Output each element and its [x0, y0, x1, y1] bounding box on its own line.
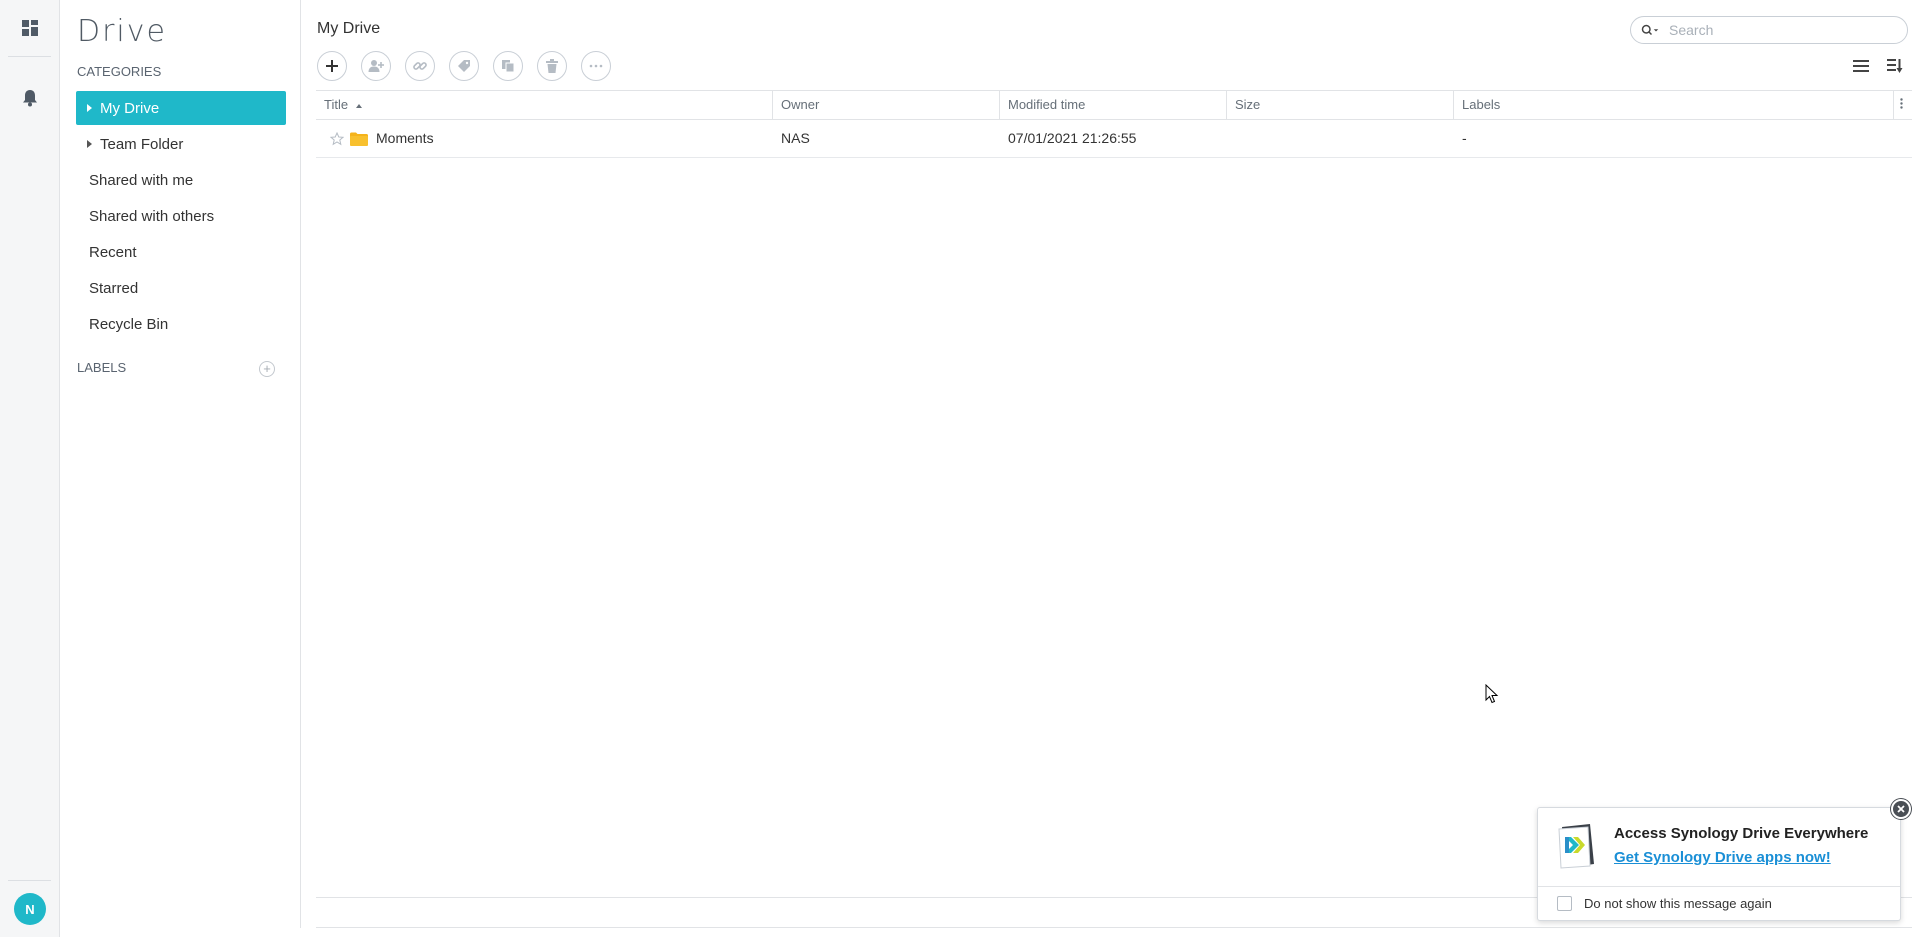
get-apps-link[interactable]: Get Synology Drive apps now! [1614, 849, 1831, 866]
synology-drive-app-icon [1558, 824, 1594, 869]
logo-text: Drive [77, 14, 167, 49]
search-box[interactable] [1630, 16, 1908, 44]
delete-button[interactable] [537, 51, 567, 81]
sidebar-item-label: Shared with others [89, 207, 215, 225]
close-icon [1897, 805, 1905, 813]
close-notification-button[interactable] [1891, 799, 1911, 819]
caret-right-icon [87, 140, 92, 148]
page-title: My Drive [317, 20, 381, 37]
dont-show-again-label: Do not show this message again [1584, 896, 1772, 911]
sidebar-item-label: Starred [89, 279, 139, 297]
copy-button[interactable] [493, 51, 523, 81]
column-header-modified-time[interactable]: Modified time [1000, 91, 1227, 119]
search-input[interactable] [1667, 21, 1891, 39]
categories-title: CATEGORIES [77, 64, 162, 79]
label-icon [458, 60, 470, 72]
mouse-cursor-icon [1485, 684, 1499, 704]
delete-icon [546, 59, 558, 73]
sidebar-item-label: My Drive [100, 99, 160, 117]
sidebar-item-recycle-bin[interactable]: Recycle Bin [76, 307, 286, 341]
cell-owner: NAS [781, 130, 810, 146]
notification-title: Access Synology Drive Everywhere [1614, 825, 1869, 842]
sort-icon [1887, 59, 1903, 73]
sidebar-item-shared-with-me[interactable]: Shared with me [76, 163, 286, 197]
folder-icon [350, 132, 368, 146]
bell-icon [23, 90, 37, 107]
more-icon [589, 64, 603, 68]
rail-divider [8, 880, 51, 881]
dont-show-again-checkbox[interactable] [1557, 896, 1572, 911]
column-header-size[interactable]: Size [1227, 91, 1454, 119]
sidebar-item-recent[interactable]: Recent [76, 235, 286, 269]
share-user-icon [368, 60, 384, 72]
sort-button[interactable] [1885, 56, 1905, 76]
label-button[interactable] [449, 51, 479, 81]
vertical-more-icon [1900, 98, 1903, 109]
create-button[interactable] [317, 51, 347, 81]
sidebar-item-team-folder[interactable]: Team Folder [76, 127, 286, 161]
link-icon [413, 62, 427, 70]
main-panel: My Drive Search Title Owner Modified tim… [316, 0, 1912, 937]
status-bar-bottom [316, 927, 1912, 928]
main-menu-button[interactable] [14, 12, 46, 44]
column-options-button[interactable] [1894, 91, 1912, 119]
sidebar-item-label: Recent [89, 243, 137, 261]
cell-modified-time: 07/01/2021 21:26:55 [1008, 130, 1137, 146]
file-name: Moments [376, 130, 434, 146]
search-icon [1641, 24, 1659, 36]
sidebar-item-shared-with-others[interactable]: Shared with others [76, 199, 286, 233]
notifications-button[interactable] [14, 82, 46, 114]
column-header-labels[interactable]: Labels [1454, 91, 1894, 119]
rail-divider [8, 56, 51, 57]
cell-labels: - [1462, 130, 1467, 146]
star-icon[interactable] [330, 131, 344, 146]
add-icon [326, 60, 338, 72]
sidebar-item-my-drive[interactable]: My Drive [76, 91, 286, 125]
add-label-button[interactable]: + [259, 361, 275, 377]
grid-icon [22, 20, 38, 36]
sidebar-item-label: Team Folder [100, 135, 184, 153]
avatar[interactable]: N [14, 893, 46, 925]
sidebar-item-label: Recycle Bin [89, 315, 169, 333]
share-button[interactable] [361, 51, 391, 81]
labels-title: LABELS [77, 360, 127, 375]
drive-logo: Drive [77, 14, 167, 49]
list-view-button[interactable] [1851, 56, 1871, 76]
more-actions-button[interactable] [581, 51, 611, 81]
sidebar-item-starred[interactable]: Starred [76, 271, 286, 305]
left-rail: N [0, 0, 60, 937]
column-header-title[interactable]: Title [316, 91, 773, 119]
caret-right-icon [87, 104, 92, 112]
sidebar-item-label: Shared with me [89, 171, 194, 189]
table-row[interactable]: Moments NAS 07/01/2021 21:26:55 - [316, 120, 1912, 158]
table-header: Title Owner Modified time Size Labels [316, 90, 1912, 120]
copy-icon [502, 60, 515, 73]
apps-notification: Access Synology Drive Everywhere Get Syn… [1537, 807, 1901, 921]
cell-title: Moments [316, 120, 773, 157]
sidebar: Drive CATEGORIES My Drive Team Folder Sh… [60, 0, 301, 928]
cell-size [1227, 120, 1454, 157]
notification-divider [1538, 886, 1900, 887]
sort-ascending-icon [355, 104, 362, 108]
list-view-icon [1853, 60, 1869, 72]
column-header-owner[interactable]: Owner [773, 91, 1000, 119]
column-header-label: Title [324, 97, 349, 112]
get-link-button[interactable] [405, 51, 435, 81]
